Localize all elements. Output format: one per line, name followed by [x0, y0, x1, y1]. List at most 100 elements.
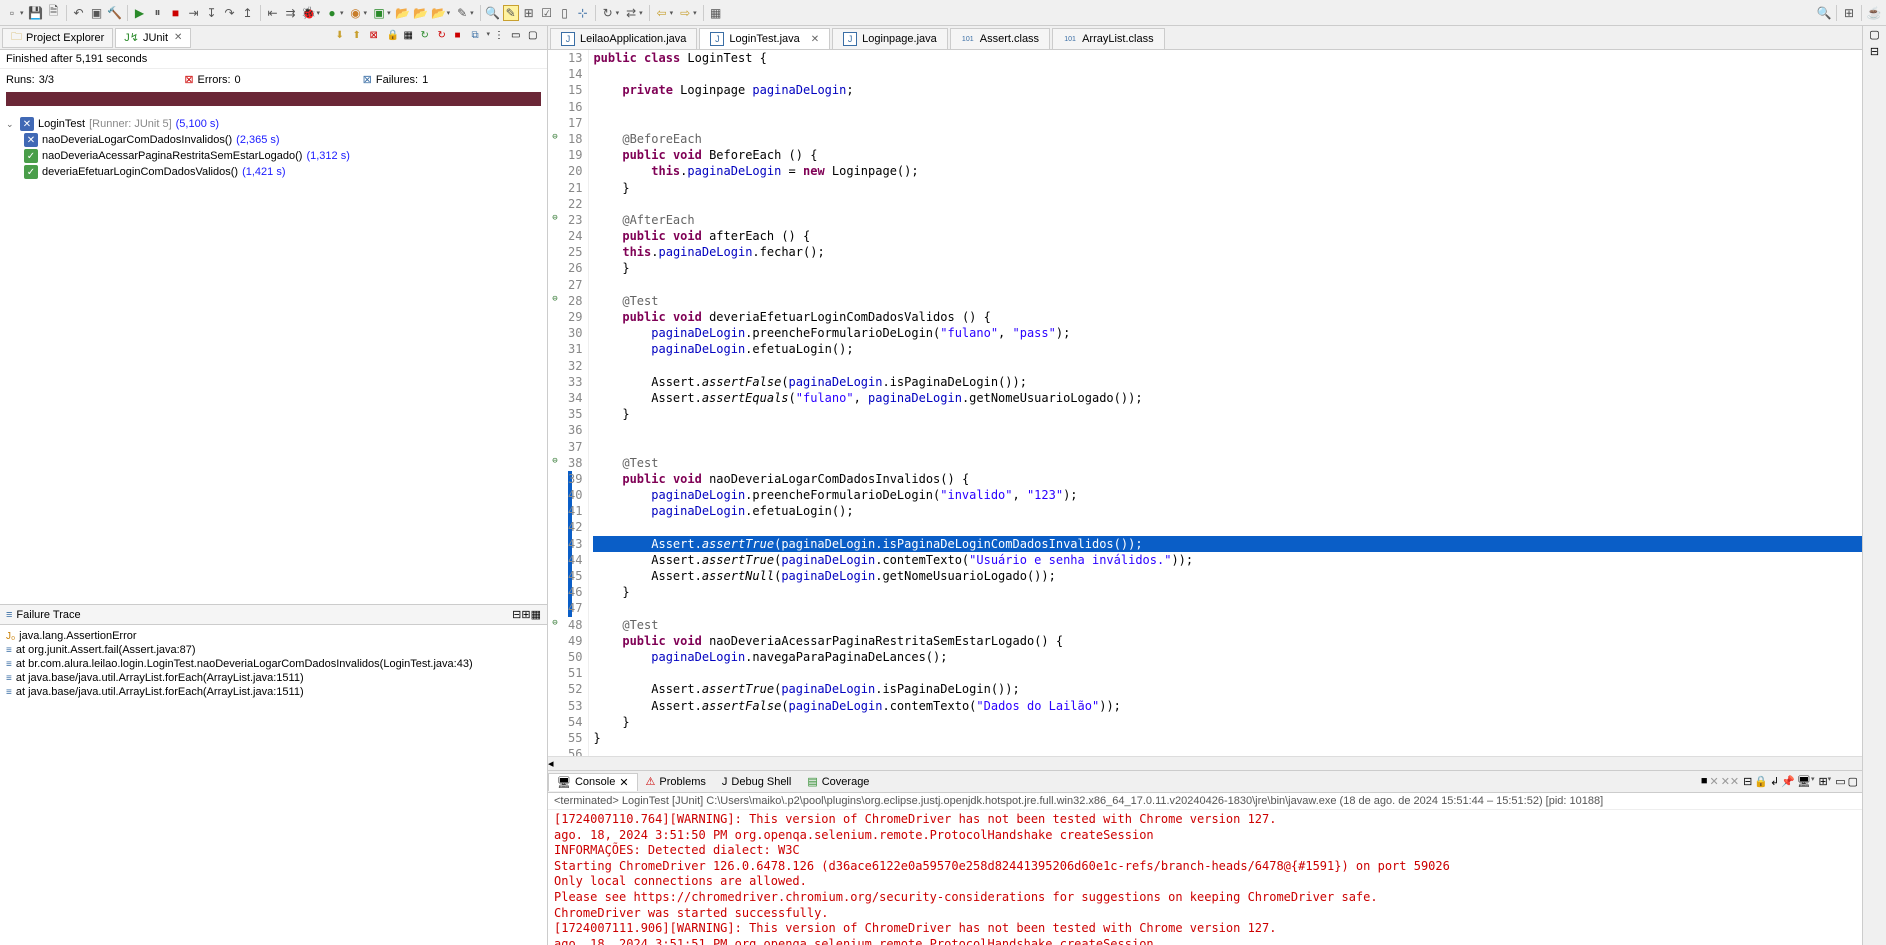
toggle-icon[interactable]: ▣ — [89, 5, 105, 21]
trace-line[interactable]: ≡at br.com.alura.leilao.login.LoginTest.… — [4, 657, 543, 671]
run-icon[interactable]: ● — [324, 5, 340, 21]
code-line[interactable] — [593, 665, 1862, 681]
show-failures-icon[interactable]: ⊠ — [369, 30, 384, 45]
search-icon[interactable]: 🔍 — [485, 5, 501, 21]
editor-tab[interactable]: JLoginpage.java — [832, 28, 948, 49]
minimize-icon[interactable]: ▭ — [511, 30, 526, 45]
prev-fail-icon[interactable]: ⬆ — [352, 30, 367, 45]
remove-launch-icon[interactable]: ✕ — [1709, 775, 1718, 788]
code-line[interactable]: paginaDeLogin.preencheFormularioDeLogin(… — [593, 325, 1862, 341]
code-line[interactable] — [593, 99, 1862, 115]
code-line[interactable]: } — [593, 406, 1862, 422]
tab-junit[interactable]: J↯ JUnit ✕ — [115, 28, 191, 48]
annotation-icon[interactable]: ⊞ — [521, 5, 537, 21]
code-line[interactable]: } — [593, 584, 1862, 600]
code-line[interactable]: Assert.assertFalse(paginaDeLogin.contemT… — [593, 698, 1862, 714]
code-line[interactable]: paginaDeLogin.efetuaLogin(); — [593, 341, 1862, 357]
next-fail-icon[interactable]: ⬇ — [335, 30, 350, 45]
scroll-lock-icon[interactable]: 🔒 — [386, 30, 401, 45]
fold-marker[interactable]: ⊖ — [548, 293, 562, 309]
drop-frame-icon[interactable]: ⇤ — [265, 5, 281, 21]
quick-access-icon[interactable]: 🔍 — [1816, 5, 1832, 21]
console-stop-icon[interactable]: ■ — [1701, 775, 1708, 788]
java-perspective-icon[interactable]: ☕ — [1866, 5, 1882, 21]
close-icon[interactable]: ✕ — [811, 34, 819, 45]
trace-line[interactable]: J₀java.lang.AssertionError — [4, 629, 543, 643]
console-output[interactable]: [1724007110.764][WARNING]: This version … — [548, 810, 1862, 945]
disconnect-icon[interactable]: ⇥ — [186, 5, 202, 21]
fold-marker[interactable]: ⊖ — [548, 455, 562, 471]
code-line[interactable] — [593, 746, 1862, 756]
tab-debug-shell[interactable]: J Debug Shell — [714, 774, 799, 790]
code-line[interactable] — [593, 439, 1862, 455]
outline-icon[interactable]: ▯ — [557, 5, 573, 21]
code-line[interactable]: Assert.assertFalse(paginaDeLogin.isPagin… — [593, 374, 1862, 390]
code-line[interactable]: paginaDeLogin.navegaParaPaginaDeLances()… — [593, 649, 1862, 665]
maximize-icon[interactable]: ▢ — [528, 30, 543, 45]
test-suite-root[interactable]: ⌄ ✕ LoginTest [Runner: JUnit 5] (5,100 s… — [4, 116, 543, 132]
code-line[interactable]: Assert.assertEquals("fulano", paginaDeLo… — [593, 390, 1862, 406]
code-line[interactable]: } — [593, 730, 1862, 746]
code-line[interactable] — [593, 600, 1862, 616]
clear-console-icon[interactable]: ⊟ — [1743, 775, 1752, 788]
close-icon[interactable]: ✕ — [619, 776, 628, 789]
code-line[interactable]: public void deveriaEfetuarLoginComDadosV… — [593, 309, 1862, 325]
step-return-icon[interactable]: ↥ — [240, 5, 256, 21]
code-line[interactable] — [593, 519, 1862, 535]
pin-icon[interactable]: ⊹ — [575, 5, 591, 21]
new-class-icon[interactable]: 📂 — [395, 5, 411, 21]
rerun-failures-first-icon[interactable]: ↻ — [437, 30, 452, 45]
tab-coverage[interactable]: ▤ Coverage — [799, 773, 877, 790]
save-all-icon[interactable]: 🗎 — [46, 5, 62, 21]
code-line[interactable]: Assert.assertNull(paginaDeLogin.getNomeU… — [593, 568, 1862, 584]
open-console-icon[interactable]: ⊞ — [1818, 775, 1827, 788]
code-line[interactable]: Assert.assertTrue(paginaDeLogin.isPagina… — [593, 681, 1862, 697]
undo-icon[interactable]: ↶ — [71, 5, 87, 21]
code-line[interactable]: public void naoDeveriaAcessarPaginaRestr… — [593, 633, 1862, 649]
new-package-icon[interactable]: 📂 — [413, 5, 429, 21]
pause-icon[interactable]: ⏸ — [150, 5, 166, 21]
remove-all-icon[interactable]: ✕✕ — [1721, 775, 1739, 788]
run-last-icon[interactable]: ▣ — [371, 5, 387, 21]
code-line[interactable]: Assert.assertTrue(paginaDeLogin.isPagina… — [593, 536, 1862, 552]
code-line[interactable]: @BeforeEach — [593, 131, 1862, 147]
code-line[interactable]: } — [593, 180, 1862, 196]
resume-icon[interactable]: ▶ — [132, 5, 148, 21]
code-line[interactable]: this.paginaDeLogin = new Loginpage(); — [593, 163, 1862, 179]
fold-marker[interactable]: ⊖ — [548, 212, 562, 228]
code-line[interactable]: private Loginpage paginaDeLogin; — [593, 82, 1862, 98]
code-line[interactable]: @AfterEach — [593, 212, 1862, 228]
code-line[interactable]: @Test — [593, 293, 1862, 309]
code-line[interactable] — [593, 66, 1862, 82]
link-icon[interactable]: ⇄ — [623, 5, 639, 21]
open-type-icon[interactable]: 📂 — [431, 5, 447, 21]
editor-tab[interactable]: 101Assert.class — [950, 28, 1050, 49]
refresh-icon[interactable]: ↻ — [600, 5, 616, 21]
stop-icon[interactable]: ■ — [168, 5, 184, 21]
step-over-icon[interactable]: ↷ — [222, 5, 238, 21]
forward-icon[interactable]: ⇨ — [677, 5, 693, 21]
test-item[interactable]: ✓ deveriaEfetuarLoginComDadosValidos() (… — [4, 164, 543, 180]
new-java-icon[interactable]: ✎ — [454, 5, 470, 21]
tab-project-explorer[interactable]: 🗀 Project Explorer — [2, 28, 113, 48]
bottom-maximize-icon[interactable]: ▢ — [1848, 775, 1858, 788]
rerun-failed-icon[interactable]: ↻ — [420, 30, 435, 45]
trim-restore-icon[interactable]: ▢ — [1869, 28, 1879, 41]
editor-tab[interactable]: JLeilaoApplication.java — [550, 28, 697, 49]
pin-console-icon[interactable]: 📌 — [1781, 775, 1795, 788]
trace-line[interactable]: ≡at java.base/java.util.ArrayList.forEac… — [4, 685, 543, 699]
code-line[interactable]: } — [593, 260, 1862, 276]
save-icon[interactable]: 💾 — [28, 5, 44, 21]
display-console-icon[interactable]: 🖥 — [1797, 775, 1811, 788]
code-line[interactable]: public void afterEach () { — [593, 228, 1862, 244]
filter-icon[interactable]: ⊞ — [521, 608, 530, 621]
collapse-icon[interactable]: ⌄ — [6, 119, 16, 130]
code-area[interactable]: public class LoginTest { private Loginpa… — [589, 50, 1862, 756]
rerun-icon[interactable]: ▦ — [403, 30, 418, 45]
back-icon[interactable]: ⇦ — [654, 5, 670, 21]
use-step-filters-icon[interactable]: ⇉ — [283, 5, 299, 21]
junit-test-tree[interactable]: ⌄ ✕ LoginTest [Runner: JUnit 5] (5,100 s… — [0, 112, 547, 604]
coverage-icon[interactable]: ◉ — [348, 5, 364, 21]
fold-marker[interactable]: ⊖ — [548, 131, 562, 147]
stop-junit-icon[interactable]: ■ — [454, 30, 469, 45]
